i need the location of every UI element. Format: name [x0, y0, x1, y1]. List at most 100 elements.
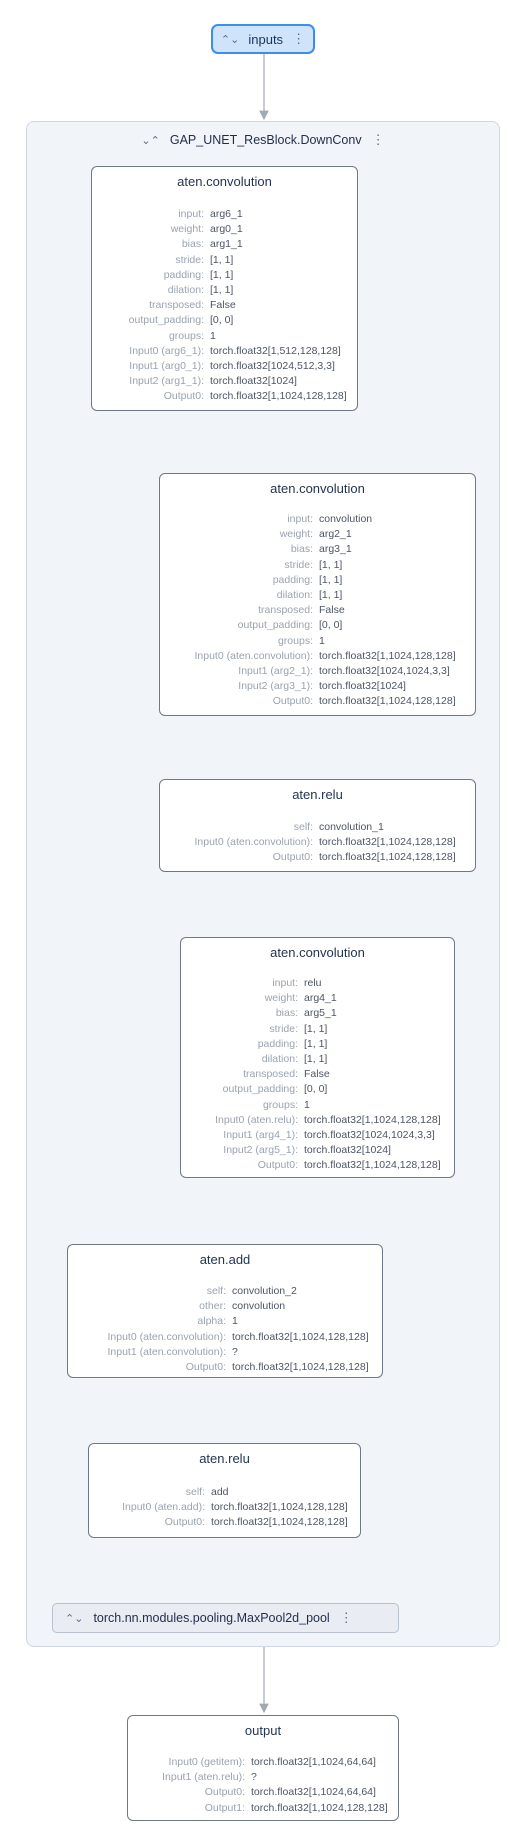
attribute-value: 1 — [304, 1098, 310, 1111]
attribute-value: [1, 1] — [319, 558, 343, 571]
node-title: output — [244, 1723, 282, 1738]
kebab-menu-icon[interactable]: ⋮ — [340, 1610, 353, 1626]
attribute-row: stride: [1, 1] — [92, 253, 357, 268]
attribute-key: padding: — [257, 1037, 298, 1050]
attribute-row: Input0 (aten.relu): torch.float32[1,1024,… — [181, 1113, 454, 1128]
attribute-row: padding: [1, 1] — [181, 1037, 454, 1052]
attribute-value: [1, 1] — [304, 1022, 328, 1035]
attribute-value: torch.float32[1024,1024,3,3] — [304, 1129, 435, 1142]
attribute-row: groups: 1 — [92, 329, 357, 344]
attribute-row: Input0 (arg6_1): torch.float32[1,512,128,… — [92, 344, 357, 359]
attribute-key: transposed: — [243, 1068, 298, 1081]
node-relu1[interactable]: aten.relu self: convolution_1 Input0 (aten… — [159, 779, 476, 872]
attribute-key: Input1 (arg2_1): — [238, 665, 313, 678]
group-title: GAP_UNET_ResBlock.DownConv — [169, 133, 362, 147]
node-add[interactable]: aten.add self: convolution_2 other: convolu… — [67, 1244, 383, 1378]
attribute-key: input: — [178, 208, 204, 220]
attribute-key: stride: — [175, 253, 204, 266]
kebab-menu-icon[interactable]: ⋮ — [372, 132, 385, 148]
attribute-key: Input1 (arg0_1): — [129, 360, 204, 373]
attribute-row: weight: arg4_1 — [181, 991, 454, 1006]
attribute-row: Input0 (aten.convolution): torch.float32[… — [160, 649, 475, 664]
node-attributes: self: add Input0 (aten.add): torch.float32[… — [89, 1485, 360, 1531]
attribute-row: groups: 1 — [181, 1098, 454, 1113]
node-conv1[interactable]: aten.convolution input: arg6_1 weight: arg0… — [91, 166, 358, 411]
attribute-key: bias: — [275, 1007, 298, 1020]
attribute-key: Output0: — [257, 1159, 298, 1172]
attribute-key: weight: — [279, 528, 313, 541]
node-title: aten.convolution — [177, 174, 272, 189]
attribute-row: padding: [1, 1] — [92, 268, 357, 283]
attribute-row: Input1 (aten.convolution):? — [68, 1345, 382, 1360]
attribute-row: output_padding: [0, 0] — [181, 1082, 454, 1097]
attribute-key: Output0: — [204, 1786, 245, 1799]
attribute-row: Output0: torch.float32[1,1024,128,128] — [68, 1360, 382, 1375]
inputs-node[interactable]: ⌃⌄ inputs ⋮ — [211, 24, 315, 54]
attribute-value: arg4_1 — [304, 992, 337, 1005]
attribute-value: torch.float32[1,1024,128,128] — [304, 1113, 441, 1126]
attribute-row: input: arg6_1 — [92, 207, 357, 222]
attribute-row: output_padding: [0, 0] — [92, 313, 357, 328]
attribute-row: dilation: [1, 1] — [181, 1052, 454, 1067]
attribute-row: Output1: torch.float32[1,1024,128,128] — [128, 1801, 398, 1816]
attribute-row: Output0: torch.float32[1,1024,128,128] — [181, 1158, 454, 1173]
attribute-key: Input1 (arg4_1): — [223, 1129, 298, 1142]
attribute-row: transposed: False — [160, 603, 475, 618]
attribute-value: arg5_1 — [304, 1007, 337, 1020]
attribute-key: stride: — [284, 558, 313, 571]
attribute-key: output_padding: — [222, 1083, 298, 1096]
attribute-value: [1, 1] — [304, 1037, 328, 1050]
node-attributes: self: convolution_2 other: convolution alpha… — [68, 1284, 382, 1375]
attribute-row: bias: arg3_1 — [160, 542, 475, 557]
attribute-row: bias: arg1_1 — [92, 237, 357, 252]
node-title: aten.convolution — [270, 481, 365, 496]
attribute-row: stride: [1, 1] — [181, 1022, 454, 1037]
chevron-up-down-icon[interactable]: ⌃⌄ — [221, 33, 239, 46]
attribute-key: Output0: — [163, 390, 204, 403]
node-relu2[interactable]: aten.relu self: add Input0 (aten.add): torc… — [88, 1443, 361, 1538]
attribute-key: groups: — [277, 634, 313, 647]
attribute-key: Output0: — [164, 1516, 205, 1529]
chevron-collapse-icon[interactable]: ⌄⌃ — [141, 134, 159, 147]
attribute-key: Input2 (arg1_1): — [129, 375, 204, 388]
attribute-row: weight: arg2_1 — [160, 527, 475, 542]
attribute-row: Input1 (aten.relu):? — [128, 1770, 398, 1785]
attribute-key: stride: — [269, 1022, 298, 1035]
attribute-key: Input1 (aten.convolution): — [107, 1345, 227, 1358]
attribute-key: dilation: — [167, 284, 204, 297]
attribute-value: torch.float32[1,1024,128,128] — [232, 1330, 369, 1343]
attribute-key: padding: — [163, 268, 204, 281]
attribute-value: torch.float32[1,1024,128,128] — [319, 851, 456, 864]
node-conv2[interactable]: aten.convolution input: convolution weight… — [159, 473, 476, 716]
attribute-key: Input1 (aten.relu): — [162, 1771, 245, 1784]
attribute-value: [0, 0] — [210, 314, 234, 327]
attribute-value: ? — [251, 1771, 257, 1784]
attribute-value: convolution_1 — [319, 821, 384, 833]
attribute-value: [1, 1] — [210, 268, 234, 281]
node-conv3[interactable]: aten.convolution input: relu weight: arg4_1… — [180, 937, 455, 1178]
attribute-key: Input0 (aten.relu): — [215, 1113, 298, 1126]
attribute-value: torch.float32[1,1024,128,128] — [232, 1361, 369, 1374]
attribute-key: other: — [199, 1300, 226, 1313]
attribute-row: input: relu — [181, 976, 454, 991]
attribute-value: torch.float32[1,1024,128,128] — [211, 1501, 348, 1514]
kebab-menu-icon[interactable]: ⋮ — [292, 31, 305, 47]
attribute-key: self: — [206, 1285, 226, 1297]
attribute-row: Output0: torch.float32[1,1024,128,128] — [160, 694, 475, 709]
attribute-row: transposed: False — [92, 298, 357, 313]
attribute-value: torch.float32[1024,512,3,3] — [210, 360, 335, 373]
attribute-row: self: add — [89, 1485, 360, 1500]
attribute-value: torch.float32[1,1024,128,128] — [210, 390, 347, 403]
attribute-row: padding: [1, 1] — [160, 573, 475, 588]
attribute-value: [1, 1] — [319, 573, 343, 586]
node-output[interactable]: output Input0 (getitem): torch.float32[1,… — [127, 1715, 399, 1821]
chevron-up-down-icon[interactable]: ⌃⌄ — [65, 1612, 83, 1625]
node-attributes: input: arg6_1 weight: arg0_1 bias: arg1_1 stri… — [92, 207, 357, 405]
maxpool-module-node[interactable]: ⌃⌄ torch.nn.modules.pooling.MaxPool2d_po… — [52, 1603, 399, 1633]
attribute-row: self: convolution_1 — [160, 820, 475, 835]
attribute-row: Output0: torch.float32[1,1024,128,128] — [160, 850, 475, 865]
attribute-key: Input0 (aten.convolution): — [194, 649, 314, 662]
attribute-key: self: — [293, 821, 313, 833]
attribute-value: convolution — [232, 1300, 286, 1313]
attribute-row: Input2 (arg1_1): torch.float32[1024] — [92, 374, 357, 389]
